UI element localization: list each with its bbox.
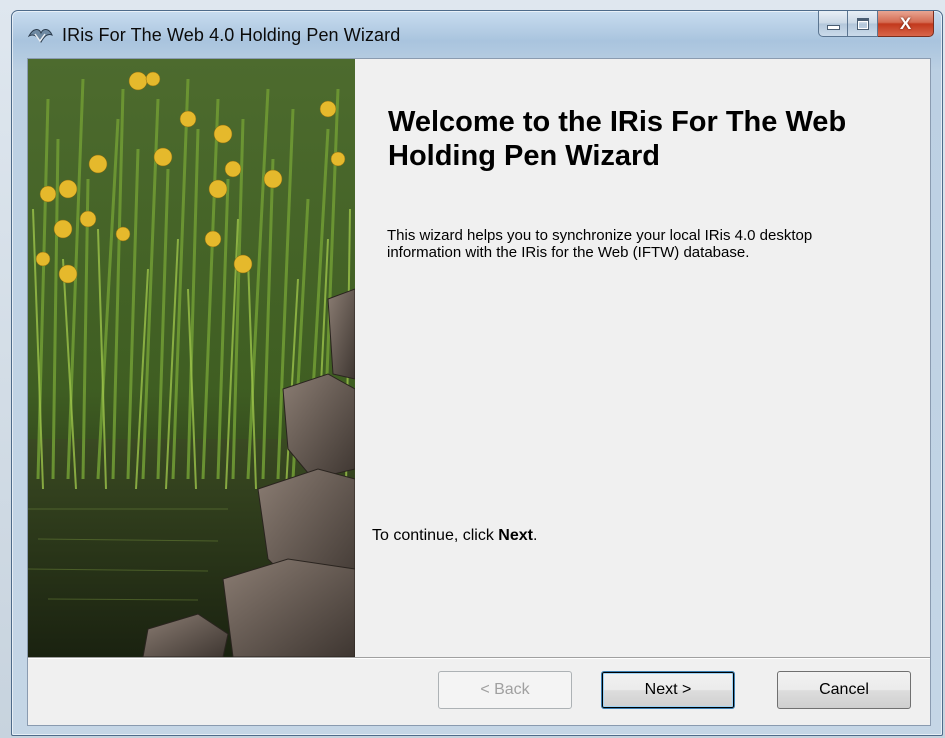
continue-next-word: Next [498,527,533,544]
wizard-heading: Welcome to the IRis For The Web Holding … [388,106,847,172]
wizard-window: IRis For The Web 4.0 Holding Pen Wizard … [11,10,943,736]
back-button[interactable]: < Back [438,671,572,709]
maximize-icon [848,11,877,36]
continue-suffix: . [532,527,538,544]
cancel-button[interactable]: Cancel [777,671,911,709]
minimize-button[interactable] [818,11,848,37]
button-separator [28,657,930,659]
wizard-client-area: Welcome to the IRis For The Web Holding … [27,58,931,726]
wizard-description: This wizard helps you to synchronize you… [387,227,813,261]
window-title: IRis For The Web 4.0 Holding Pen Wizard [62,25,401,45]
continue-instruction: To continue, click Next. [372,527,537,545]
next-button[interactable]: Next > [601,671,735,709]
close-icon: X [899,13,912,33]
continue-prefix: To continue, click [372,527,499,544]
minimize-icon [819,11,847,36]
wizard-side-image [28,59,355,657]
maximize-button[interactable] [848,11,878,37]
caption-buttons: X [818,11,934,37]
title-bar[interactable]: IRis For The Web 4.0 Holding Pen Wizard … [12,11,942,57]
close-button[interactable]: X [878,11,934,37]
app-icon [27,24,53,46]
